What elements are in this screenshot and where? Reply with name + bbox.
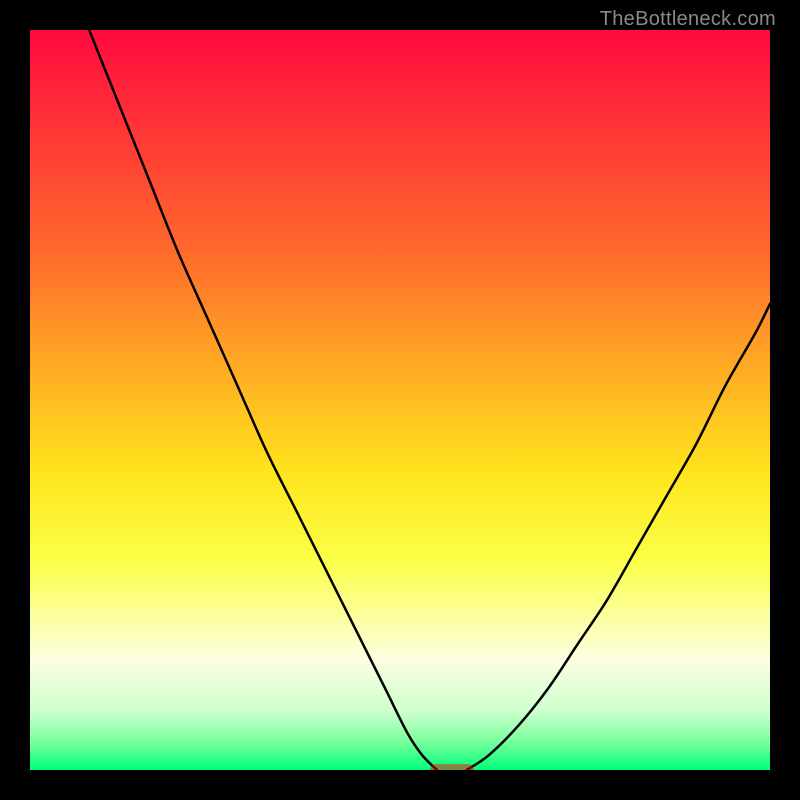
bottleneck-minimum-marker bbox=[430, 764, 474, 770]
watermark-text: TheBottleneck.com bbox=[600, 8, 776, 31]
bottleneck-curve bbox=[30, 30, 770, 770]
plot-area bbox=[30, 30, 770, 770]
curve-right-branch bbox=[467, 304, 770, 770]
chart-frame: TheBottleneck.com bbox=[0, 0, 800, 800]
curve-left-branch bbox=[89, 30, 437, 770]
